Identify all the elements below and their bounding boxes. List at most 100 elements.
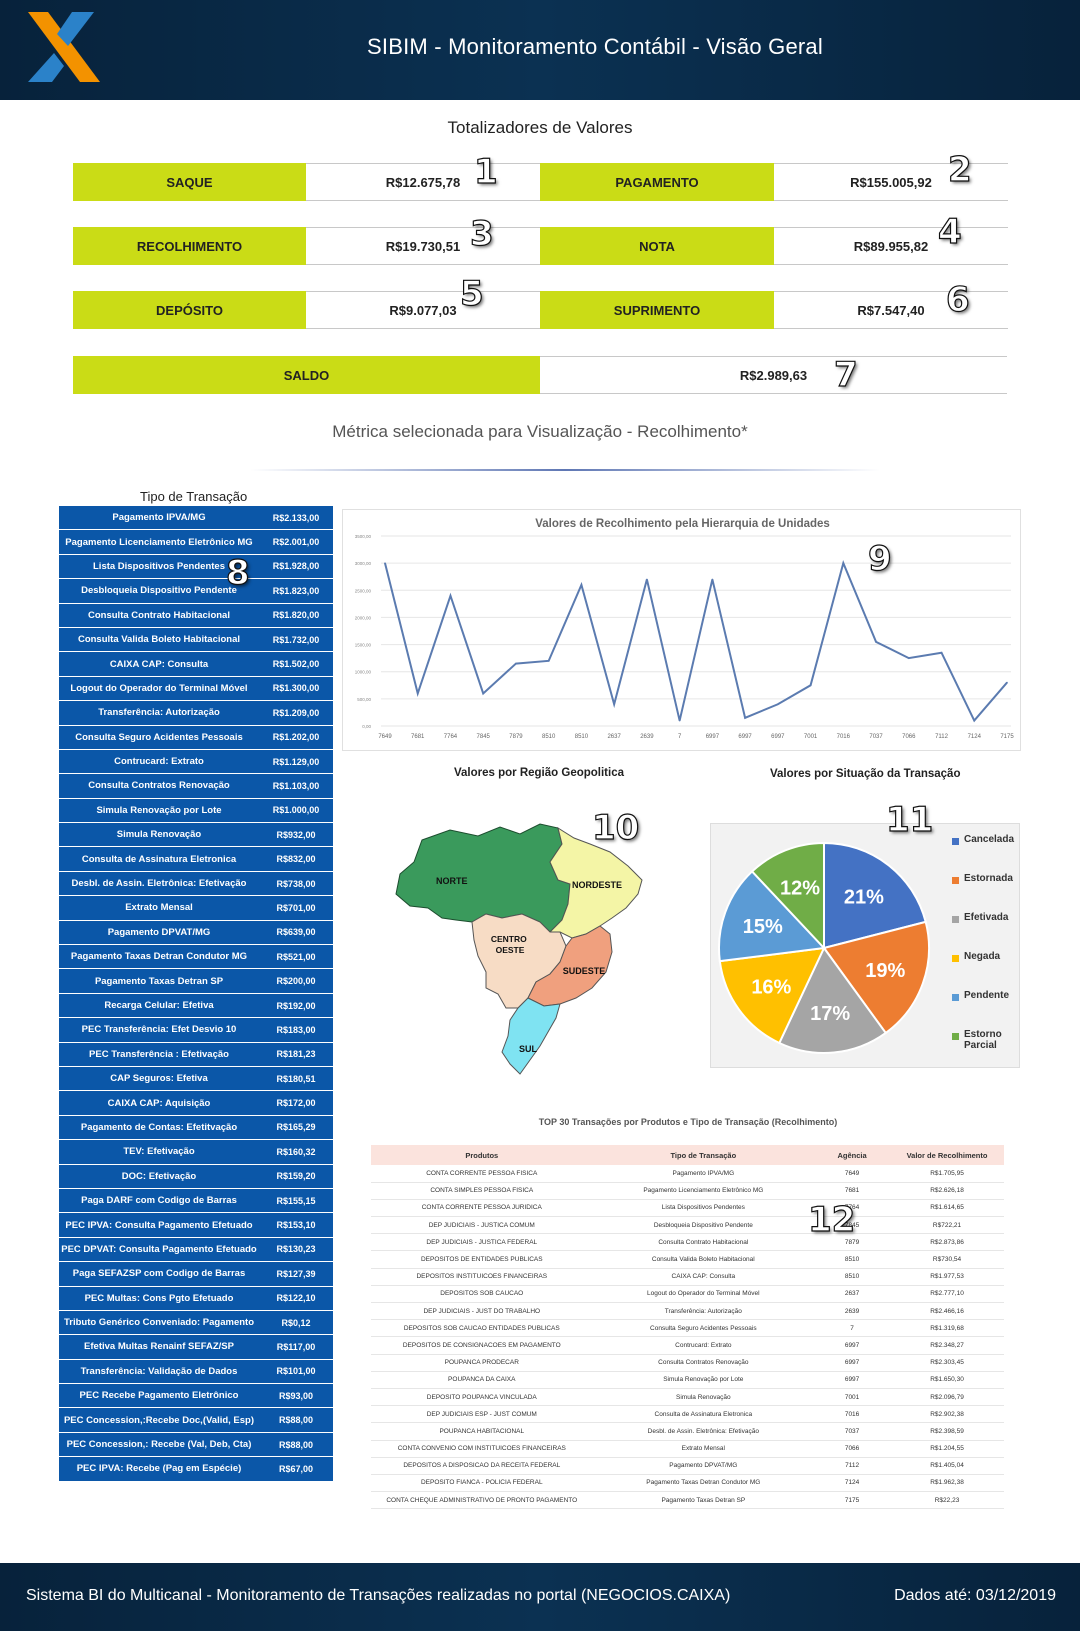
table-row[interactable]: DEPOSITOS SOB CAUCAO ENTIDADES PUBLICAS C… bbox=[371, 1319, 1004, 1338]
marker-6: 6 bbox=[945, 279, 970, 320]
transaction-type-row[interactable]: Pagamento DPVAT/MG R$639,00 bbox=[59, 920, 333, 946]
map-label-nordeste: NORDESTE bbox=[572, 880, 622, 890]
pie-legend: Cancelada Estornada Efetivada Negada Pendent… bbox=[952, 834, 1022, 1068]
table-row[interactable]: CONTA SIMPLES PESSOA FISICA Pagamento Lic… bbox=[371, 1182, 1004, 1200]
table-cell: DEPOSITOS INSTITUICOES FINANCEIRAS bbox=[371, 1268, 593, 1286]
transaction-type-row[interactable]: Pagamento Taxas Detran Condutor MG R$521,… bbox=[59, 945, 333, 970]
table-row[interactable]: DEP JUDICIAIS - JUSTICA FEDERAL Consulta … bbox=[371, 1233, 1004, 1252]
transaction-type-row[interactable]: Consulta Valida Boleto Habitacional R$1.7… bbox=[59, 627, 333, 653]
table-row[interactable]: CONTA CORRENTE PESSOA FISICA Pagamento IP… bbox=[371, 1165, 1004, 1183]
x-tick-label: 7649 bbox=[378, 734, 392, 740]
table-row[interactable]: DEPOSITOS DE CONSIGNACOES EM PAGAMENTO Co… bbox=[371, 1336, 1004, 1355]
transaction-type-value: R$1.103,00 bbox=[272, 780, 320, 791]
transaction-type-row[interactable]: PEC Transferência : Efetivação R$181,23 bbox=[59, 1042, 333, 1067]
transaction-type-row[interactable]: Recarga Celular: Efetiva R$192,00 bbox=[59, 993, 333, 1019]
table-cell: CAIXA CAP: Consulta bbox=[592, 1268, 815, 1286]
table-cell: POUPANCA DA CAIXA bbox=[371, 1371, 593, 1389]
transaction-type-row[interactable]: Consulta Contrato Habitacional R$1.820,00 bbox=[59, 603, 333, 628]
transaction-type-row[interactable]: Consulta Seguro Acidentes Pessoais R$1.20… bbox=[59, 725, 333, 750]
transaction-type-row[interactable]: Transferência: Autorização R$1.209,00 bbox=[59, 701, 333, 726]
pie-slice-label: 15% bbox=[743, 916, 783, 938]
transaction-type-value: R$200,00 bbox=[276, 976, 316, 987]
transaction-type-row[interactable]: PEC IPVA: Consulta Pagamento Efetuado R$1… bbox=[59, 1213, 333, 1238]
table-row[interactable]: DEPOSITOS DE ENTIDADES PUBLICAS Consulta … bbox=[371, 1250, 1004, 1269]
transaction-type-row[interactable]: TEV: Efetivação R$160,32 bbox=[59, 1140, 333, 1165]
transaction-type-row[interactable]: PEC Concession,:Recebe Doc,(Valid, Esp) R… bbox=[59, 1408, 333, 1433]
table-row[interactable]: DEP JUDICIAIS - JUSTICA COMUM Desbloqueia… bbox=[371, 1216, 1004, 1235]
table-row[interactable]: DEPOSITOS SOB CAUCAO Logout do Operador d… bbox=[371, 1285, 1004, 1304]
table-cell: R$730,54 bbox=[890, 1250, 1004, 1269]
transaction-type-row[interactable]: PEC Transferência: Efet Desvio 10 R$183,0… bbox=[59, 1018, 333, 1043]
table-row[interactable]: DEPOSITOS INSTITUICOES FINANCEIRAS CAIXA … bbox=[371, 1268, 1004, 1286]
legend-item: Cancelada bbox=[952, 834, 1022, 873]
table-cell: R$2.466,16 bbox=[890, 1302, 1004, 1321]
table-cell: R$2.303,45 bbox=[890, 1354, 1004, 1372]
table-header-row: Produtos Tipo de Transação Agência Valor de… bbox=[371, 1145, 1004, 1165]
transaction-type-row[interactable]: PEC DPVAT: Consulta Pagamento Efetuado R$… bbox=[59, 1237, 333, 1263]
kpi-label: SAQUE bbox=[73, 163, 306, 201]
table-row[interactable]: CONTA CHEQUE ADMINISTRATIVO DE PRONTO PA… bbox=[371, 1491, 1004, 1510]
transaction-type-row[interactable]: PEC Concession,: Recebe (Val, Deb, Cta) R… bbox=[59, 1432, 333, 1458]
transaction-type-row[interactable]: PEC IPVA: Recebe (Pag em Espécie) R$67,00 bbox=[59, 1457, 333, 1482]
table-row[interactable]: CONTA CONVENIO COM INSTITUICOES FINANCEI… bbox=[371, 1440, 1004, 1458]
transaction-type-row[interactable]: Pagamento de Contas: Efetitvação R$165,29 bbox=[59, 1115, 333, 1141]
marker-7: 7 bbox=[833, 354, 858, 395]
transaction-type-row[interactable]: Contrucard: Extrato R$1.129,00 bbox=[59, 749, 333, 775]
table-row[interactable]: DEPOSITO FIANCA - POLICIA FEDERAL Pagamen… bbox=[371, 1474, 1004, 1493]
transaction-type-row[interactable]: Paga SEFAZSP com Codigo de Barras R$127,3… bbox=[59, 1262, 333, 1287]
kpi-value: R$19.730,51 bbox=[306, 227, 540, 265]
transaction-type-name: Simula Renovação bbox=[116, 829, 202, 841]
transaction-type-row[interactable]: CAP Seguros: Efetiva R$180,51 bbox=[59, 1066, 333, 1092]
table-cell: 7112 bbox=[814, 1457, 891, 1475]
table-row[interactable]: POUPANCA HABITACIONAL Desbl. de Assin. El… bbox=[371, 1422, 1004, 1441]
transaction-type-name: Consulta Contrato Habitacional bbox=[88, 609, 230, 621]
table-cell: Pagamento Licenciamento Eletrônico MG bbox=[592, 1182, 815, 1200]
transaction-type-row[interactable]: Transferência: Validação de Dados R$101,0… bbox=[59, 1359, 333, 1385]
kpi-label: NOTA bbox=[540, 227, 774, 265]
transaction-type-name: Consulta Seguro Acidentes Pessoais bbox=[75, 731, 243, 743]
table-cell: 7175 bbox=[814, 1491, 891, 1510]
legend-label: Negada bbox=[964, 951, 1001, 962]
transaction-type-row[interactable]: Efetiva Multas Renainf SEFAZ/SP R$117,00 bbox=[59, 1335, 333, 1360]
transaction-type-row[interactable]: Tributo Genérico Conveniado: Pagamento R$… bbox=[59, 1310, 333, 1336]
table-row[interactable]: DEP JUDICIAIS - JUST DO TRABALHO Transfer… bbox=[371, 1302, 1004, 1321]
transaction-type-row[interactable]: CAIXA CAP: Consulta R$1.502,00 bbox=[59, 652, 333, 677]
table-row[interactable]: DEPOSITOS A DISPOSICAO DA RECEITA FEDERA… bbox=[371, 1457, 1004, 1475]
transaction-type-row[interactable]: CAIXA CAP: Aquisição R$172,00 bbox=[59, 1091, 333, 1116]
transaction-type-row[interactable]: Simula Renovação R$932,00 bbox=[59, 823, 333, 848]
transaction-type-row[interactable]: Pagamento Taxas Detran SP R$200,00 bbox=[59, 969, 333, 994]
table-row[interactable]: DEP JUDICIAIS ESP - JUST COMUM Consulta d… bbox=[371, 1405, 1004, 1424]
table-cell: Consulta Contrato Habitacional bbox=[592, 1233, 815, 1252]
series-line bbox=[384, 560, 1008, 723]
kpi-value: R$155.005,92 bbox=[774, 163, 1008, 201]
transaction-type-name: Pagamento de Contas: Efetitvação bbox=[80, 1121, 238, 1133]
transaction-type-value: R$165,29 bbox=[276, 1122, 316, 1133]
transaction-type-row[interactable]: Pagamento IPVA/MG R$2.133,00 bbox=[59, 506, 333, 531]
table-cell: R$1.705,95 bbox=[890, 1165, 1004, 1183]
transaction-type-row[interactable]: Consulta de Assinatura Eletronica R$832,0… bbox=[59, 847, 333, 872]
table-row[interactable]: POUPANCA PRODECAR Consulta Contratos Reno… bbox=[371, 1354, 1004, 1372]
transaction-type-name: CAP Seguros: Efetiva bbox=[110, 1073, 208, 1085]
transaction-type-row[interactable]: Desbl. de Assin. Eletrônica: Efetivação R… bbox=[59, 871, 333, 897]
table-cell: DEP JUDICIAIS - JUSTICA FEDERAL bbox=[371, 1233, 593, 1252]
transaction-type-row[interactable]: PEC Multas: Cons Pgto Efetuado R$122,10 bbox=[59, 1286, 333, 1311]
transaction-type-row[interactable]: Logout do Operador do Terminal Móvel R$1.… bbox=[59, 676, 333, 702]
transaction-type-row[interactable]: PEC Recebe Pagamento Eletrônico R$93,00 bbox=[59, 1384, 333, 1409]
table-row[interactable]: DEPOSITO POUPANCA VINCULADA Simula Renova… bbox=[371, 1388, 1004, 1407]
transaction-type-row[interactable]: Consulta Contratos Renovação R$1.103,00 bbox=[59, 774, 333, 799]
table-cell: Transferência: Autorização bbox=[592, 1302, 815, 1321]
table-row[interactable]: CONTA CORRENTE PESSOA JURIDICA Lista Disp… bbox=[371, 1199, 1004, 1218]
table-row[interactable]: POUPANCA DA CAIXA Simula Renovação por Lo… bbox=[371, 1371, 1004, 1389]
transaction-type-name: Transferência: Validação de Dados bbox=[80, 1365, 238, 1377]
transaction-type-row[interactable]: Simula Renovação por Lote R$1.000,00 bbox=[59, 798, 333, 824]
transaction-type-row[interactable]: Paga DARF com Codigo de Barras R$155,15 bbox=[59, 1188, 333, 1214]
transaction-type-row[interactable]: Pagamento Licenciamento Eletrônico MG R$2… bbox=[59, 530, 333, 555]
table-cell: 2637 bbox=[814, 1285, 891, 1304]
map-label-sul: SUL bbox=[519, 1044, 538, 1054]
transaction-type-row[interactable]: DOC: Efetivação R$159,20 bbox=[59, 1164, 333, 1189]
transaction-type-row[interactable]: Extrato Mensal R$701,00 bbox=[59, 896, 333, 921]
transaction-type-row[interactable]: Lista Dispositivos Pendentes R$1.928,00 bbox=[59, 554, 333, 580]
transaction-type-row[interactable]: Desbloqueia Dispositivo Pendente R$1.823,… bbox=[59, 579, 333, 604]
top-table-title: TOP 30 Transações por Produtos e Tipo de… bbox=[538, 1117, 838, 1127]
legend-swatch bbox=[952, 994, 959, 1001]
